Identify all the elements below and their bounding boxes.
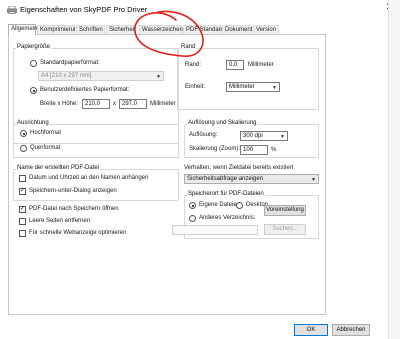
chevron-down-icon: ▼ <box>272 85 277 91</box>
cancel-button[interactable]: Abbrechen <box>332 324 370 336</box>
width-height-label: Breite x Höhe: <box>40 101 79 107</box>
standard-paper-label: Standardpapierformat: <box>40 60 100 66</box>
ok-button[interactable]: OK <box>294 324 328 336</box>
resolution-label: Auflösung und Skalierung <box>187 120 258 126</box>
portrait-label: Hochformat <box>30 130 62 136</box>
standard-paper-select[interactable]: A4 [210 x 297 mm] ▼ <box>38 71 164 81</box>
existing-file-label: Verhalten, wenn Zieldatei bereits existi… <box>184 165 294 171</box>
landscape-radio[interactable] <box>20 145 27 152</box>
other-dir-input[interactable] <box>172 225 258 235</box>
default-location-button[interactable]: Voreinstellung <box>264 205 306 216</box>
fast-web-checkbox[interactable] <box>19 230 26 237</box>
paper-unit-label: Millimeter <box>150 101 176 107</box>
rand-unit-label: Millimeter <box>248 62 274 68</box>
standard-paper-radio[interactable] <box>30 60 37 67</box>
tab-panel-allgemein: Papiergröße Standardpapierformat: A4 [21… <box>8 34 326 315</box>
save-location-label: Speicherort für PDF-Dateien <box>187 191 265 197</box>
printer-icon <box>7 6 17 14</box>
chevron-down-icon: ▼ <box>156 74 161 80</box>
resolution-field-label: Auflösung: <box>189 132 218 138</box>
filename-group <box>13 169 179 201</box>
unit-select-value: Millimeter <box>229 84 255 90</box>
percent-label: % <box>271 147 277 153</box>
remove-blank-label: Leere Seiten entfernen <box>29 218 91 224</box>
standard-paper-value: A4 [210 x 297 mm] <box>41 73 92 79</box>
margin-group <box>177 48 319 110</box>
chevron-down-icon: ▼ <box>311 177 316 183</box>
other-dir-label: Anderes Verzeichnis: <box>199 215 256 221</box>
window-title: Eigenschaften von SkyPDF Pro Driver <box>20 5 148 14</box>
resolution-select[interactable]: 300 dpi ▼ <box>240 131 288 141</box>
open-after-save-label: PDF-Datei nach Speichern öffnen <box>29 206 119 212</box>
unit-select[interactable]: Millimeter ▼ <box>226 82 280 92</box>
save-dialog-label: Speichern-unter-Dialog anzeigen <box>29 188 117 194</box>
date-time-checkbox[interactable] <box>19 175 26 182</box>
margin-label: Rand <box>180 44 197 50</box>
desktop-radio[interactable] <box>236 202 243 209</box>
date-time-label: Datum und Uhrzeit an den Namen anhängen <box>29 175 149 181</box>
scrollbar[interactable] <box>388 0 400 339</box>
other-dir-radio[interactable] <box>189 215 196 222</box>
custom-paper-label: Benutzerdefiniertes Papierformat: <box>40 87 130 93</box>
width-input[interactable]: 210,0 <box>82 99 110 109</box>
own-files-radio[interactable] <box>189 202 196 209</box>
orientation-label: Ausrichtung <box>16 120 50 126</box>
existing-file-value: Sicherheitsabfrage anzeigen <box>187 176 264 182</box>
remove-blank-checkbox[interactable] <box>19 218 26 225</box>
scale-input[interactable]: 100 <box>240 145 268 155</box>
chevron-down-icon: ▼ <box>280 134 285 140</box>
landscape-label: Querformat <box>30 145 61 151</box>
resolution-value: 300 dpi <box>243 133 263 139</box>
custom-paper-radio[interactable] <box>30 87 37 94</box>
fast-web-label: Für schnelle Webanzeige optimieren <box>29 230 127 236</box>
tab-allgemein[interactable]: Allgemein <box>8 24 37 35</box>
existing-file-select[interactable]: Sicherheitsabfrage anzeigen ▼ <box>184 174 319 184</box>
title-bar: Eigenschaften von SkyPDF Pro Driver ✕ <box>0 0 400 22</box>
open-after-save-checkbox[interactable]: ✓ <box>19 206 26 213</box>
own-files-label: Eigene Dateien <box>199 202 241 208</box>
browse-button[interactable]: Suchen... <box>264 224 306 235</box>
rand-input[interactable]: 0,0 <box>226 60 244 70</box>
scale-label: Skalierung (Zoom): <box>189 146 241 152</box>
dialog-window: Eigenschaften von SkyPDF Pro Driver ✕ Al… <box>0 0 400 339</box>
rand-label: Rand: <box>185 62 202 68</box>
unit-label: Einheit: <box>185 84 206 90</box>
times-separator: x <box>113 101 116 107</box>
save-dialog-checkbox[interactable]: ✓ <box>19 188 26 195</box>
height-input[interactable]: 297,0 <box>119 99 147 109</box>
paper-size-label: Papiergröße <box>16 44 52 50</box>
portrait-radio[interactable] <box>20 130 27 137</box>
filename-label: Name der erstellten PDF-Datei <box>16 165 101 171</box>
